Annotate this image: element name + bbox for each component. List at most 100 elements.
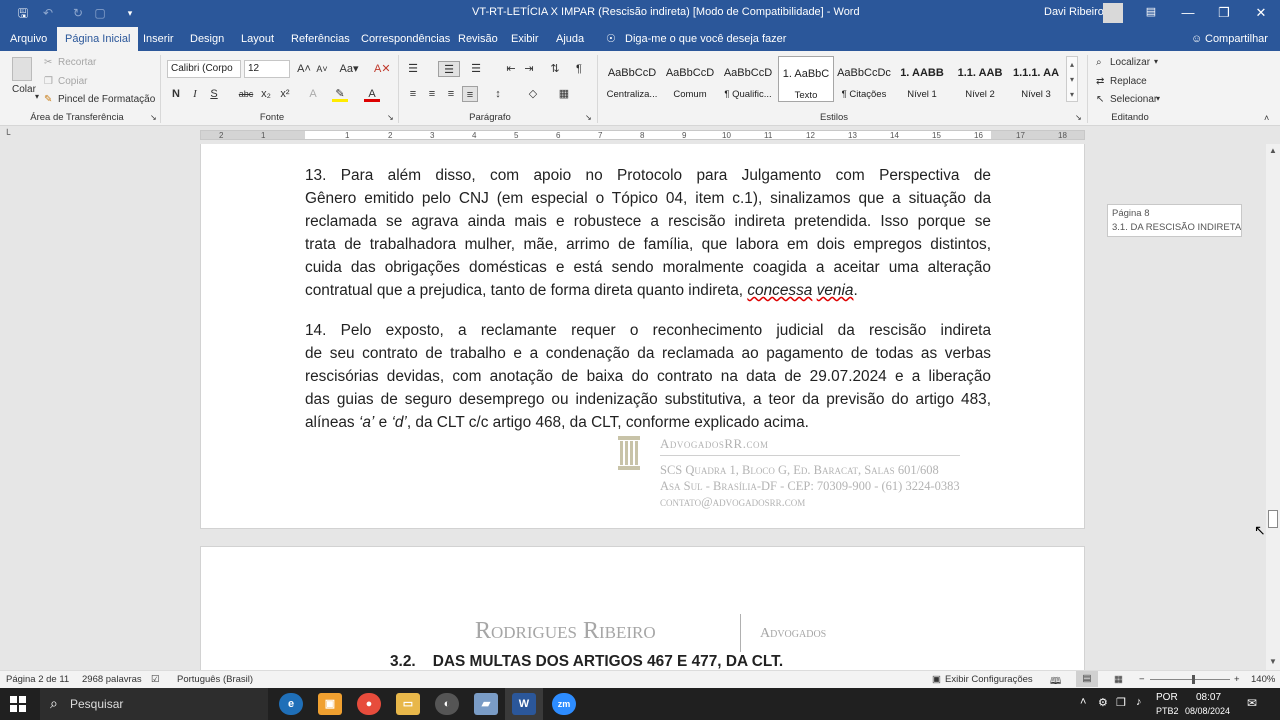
app-blue-icon[interactable]: ▰ bbox=[474, 693, 498, 715]
font-color-icon[interactable]: A bbox=[364, 86, 380, 102]
tray-overflow-icon[interactable]: ˄ bbox=[1080, 696, 1086, 708]
grow-font-icon[interactable]: A˄ bbox=[296, 61, 312, 77]
find-button[interactable]: Localizar bbox=[1110, 57, 1150, 68]
edge-icon[interactable]: e bbox=[279, 693, 303, 715]
styles-launcher-icon[interactable]: ↘ bbox=[1075, 113, 1082, 122]
copy-button[interactable]: Copiar bbox=[58, 76, 87, 87]
cut-button[interactable]: Recortar bbox=[58, 57, 96, 68]
subscript-button[interactable]: x₂ bbox=[258, 86, 274, 102]
zoom-slider[interactable] bbox=[1150, 679, 1230, 680]
vertical-scrollbar[interactable]: ▲ ▼ bbox=[1266, 144, 1280, 670]
style-texto[interactable]: 1. AaBbC Texto bbox=[778, 56, 834, 102]
paste-button[interactable]: Colar bbox=[12, 84, 36, 95]
language-status[interactable]: Português (Brasil) bbox=[177, 674, 253, 685]
italic-button[interactable]: I bbox=[187, 86, 203, 102]
word-count[interactable]: 2968 palavras bbox=[82, 674, 142, 685]
replace-button[interactable]: Replace bbox=[1110, 76, 1147, 87]
style-citacoes[interactable]: AaBbCcDc ¶ Citações bbox=[836, 56, 892, 102]
redo-icon[interactable]: ↻ bbox=[70, 5, 86, 21]
align-left-icon[interactable]: ≡ bbox=[405, 86, 421, 102]
tab-design[interactable]: Design bbox=[182, 27, 232, 51]
scroll-thumb[interactable] bbox=[1268, 510, 1278, 528]
tab-layout[interactable]: Layout bbox=[233, 27, 282, 51]
increase-indent-icon[interactable]: ⇥ bbox=[521, 61, 537, 77]
zoom-app-icon[interactable]: zm bbox=[552, 693, 576, 715]
tab-exibir[interactable]: Exibir bbox=[503, 27, 547, 51]
style-nivel-1[interactable]: 1. AABB Nível 1 bbox=[894, 56, 950, 102]
windows-start-icon[interactable] bbox=[10, 696, 26, 712]
horizontal-ruler[interactable]: 2 1 1 2 3 4 5 6 7 8 9 10 11 12 13 14 15 … bbox=[200, 130, 1085, 140]
zoom-out-icon[interactable]: − bbox=[1139, 674, 1145, 685]
app-gray-icon[interactable]: ◐ bbox=[435, 693, 459, 715]
input-language[interactable]: POR bbox=[1156, 692, 1178, 703]
align-center-icon[interactable]: ≡ bbox=[424, 86, 440, 102]
zoom-in-icon[interactable]: + bbox=[1234, 674, 1240, 685]
scroll-down-icon[interactable]: ▼ bbox=[1269, 657, 1277, 666]
notifications-icon[interactable]: ✉ bbox=[1247, 696, 1257, 710]
tab-revisao[interactable]: Revisão bbox=[450, 27, 506, 51]
font-size-combo[interactable]: 12 bbox=[244, 60, 290, 78]
scroll-up-icon[interactable]: ▲ bbox=[1269, 146, 1277, 155]
tab-referencias[interactable]: Referências bbox=[283, 27, 358, 51]
zoom-level[interactable]: 140% bbox=[1251, 674, 1275, 685]
save-icon[interactable]: 🖫 bbox=[15, 5, 31, 21]
paste-icon[interactable] bbox=[12, 57, 32, 81]
page-count[interactable]: Página 2 de 11 bbox=[6, 674, 69, 685]
tell-me-box[interactable]: Diga-me o que você deseja fazer bbox=[617, 27, 794, 51]
app-orange-icon[interactable]: ▣ bbox=[318, 693, 342, 715]
style-qualificacao[interactable]: AaBbCcD ¶ Qualific... bbox=[720, 56, 776, 102]
shading-icon[interactable]: ◇ bbox=[525, 86, 541, 102]
select-button[interactable]: Selecionar bbox=[1110, 94, 1157, 105]
touch-mode-icon[interactable]: ▢ bbox=[92, 5, 108, 21]
proofing-icon[interactable]: ☑ bbox=[151, 674, 160, 685]
highlight-icon[interactable]: ✎ bbox=[332, 86, 348, 102]
clock-date[interactable]: 08/08/2024 bbox=[1185, 706, 1230, 716]
tab-inserir[interactable]: Inserir bbox=[135, 27, 182, 51]
style-comum[interactable]: AaBbCcD Comum bbox=[662, 56, 718, 102]
chrome-icon[interactable]: ● bbox=[357, 693, 381, 715]
bold-button[interactable]: N bbox=[168, 86, 184, 102]
paragraph-14[interactable]: 14. Pelo exposto, a reclamante requer o … bbox=[305, 319, 991, 434]
volume-icon[interactable]: ♪ bbox=[1136, 696, 1142, 708]
network-icon[interactable]: ❐ bbox=[1116, 696, 1126, 709]
section-heading[interactable]: 3.2. DAS MULTAS DOS ARTIGOS 467 E 477, D… bbox=[390, 653, 783, 670]
tray-app-icon[interactable]: ⚙ bbox=[1098, 696, 1108, 709]
pilcrow-icon[interactable]: ¶ bbox=[571, 61, 587, 77]
close-button[interactable]: ✕ bbox=[1243, 0, 1279, 27]
font-name-combo[interactable]: Calibri (Corpo bbox=[167, 60, 241, 78]
tab-selector-icon[interactable]: └ bbox=[4, 129, 10, 139]
page-next[interactable] bbox=[200, 546, 1085, 670]
justify-icon[interactable]: ≡ bbox=[462, 86, 478, 102]
minimize-button[interactable]: — bbox=[1170, 0, 1206, 27]
multilevel-list-icon[interactable]: ☰ bbox=[468, 61, 484, 77]
line-spacing-icon[interactable]: ↕ bbox=[490, 86, 506, 102]
tab-arquivo[interactable]: Arquivo bbox=[2, 27, 55, 51]
undo-icon[interactable]: ↶ bbox=[40, 5, 56, 21]
bullets-icon[interactable]: ☰ bbox=[405, 61, 421, 77]
zoom-slider-thumb[interactable] bbox=[1192, 675, 1195, 684]
restore-button[interactable]: ❐ bbox=[1206, 0, 1242, 27]
paste-dropdown-icon[interactable]: ▾ bbox=[35, 92, 39, 101]
ribbon-display-icon[interactable]: ▤ bbox=[1133, 0, 1169, 27]
sort-icon[interactable]: ⇅ bbox=[547, 61, 563, 77]
paragraph-launcher-icon[interactable]: ↘ bbox=[585, 113, 592, 122]
superscript-button[interactable]: x² bbox=[277, 86, 293, 102]
borders-icon[interactable]: ▦ bbox=[556, 86, 572, 102]
tab-pagina-inicial[interactable]: Página Inicial bbox=[57, 27, 139, 51]
paragraph-13[interactable]: 13. Para além disso, com apoio no Protoc… bbox=[305, 164, 991, 302]
file-explorer-icon[interactable]: ▭ bbox=[396, 693, 420, 715]
tab-ajuda[interactable]: Ajuda bbox=[548, 27, 592, 51]
customize-toolbar-icon[interactable]: ▾ bbox=[122, 5, 138, 21]
text-effects-icon[interactable]: A bbox=[305, 86, 321, 102]
share-button[interactable]: Compartilhar bbox=[1197, 27, 1276, 51]
clock-time[interactable]: 08:07 bbox=[1196, 692, 1221, 703]
taskbar-search-box[interactable]: ⌕ Pesquisar bbox=[40, 688, 268, 720]
word-icon[interactable]: W bbox=[512, 693, 536, 715]
keyboard-layout[interactable]: PTB2 bbox=[1156, 706, 1179, 716]
shrink-font-icon[interactable]: A˅ bbox=[314, 61, 330, 77]
styles-gallery-scroll[interactable]: ▴ ▾ ▾ bbox=[1066, 56, 1078, 102]
select-dropdown-icon[interactable]: ▾ bbox=[1156, 94, 1160, 103]
align-right-icon[interactable]: ≡ bbox=[443, 86, 459, 102]
collapse-ribbon-icon[interactable]: ˄ bbox=[1264, 113, 1269, 123]
format-painter-button[interactable]: Pincel de Formatação bbox=[58, 94, 155, 105]
